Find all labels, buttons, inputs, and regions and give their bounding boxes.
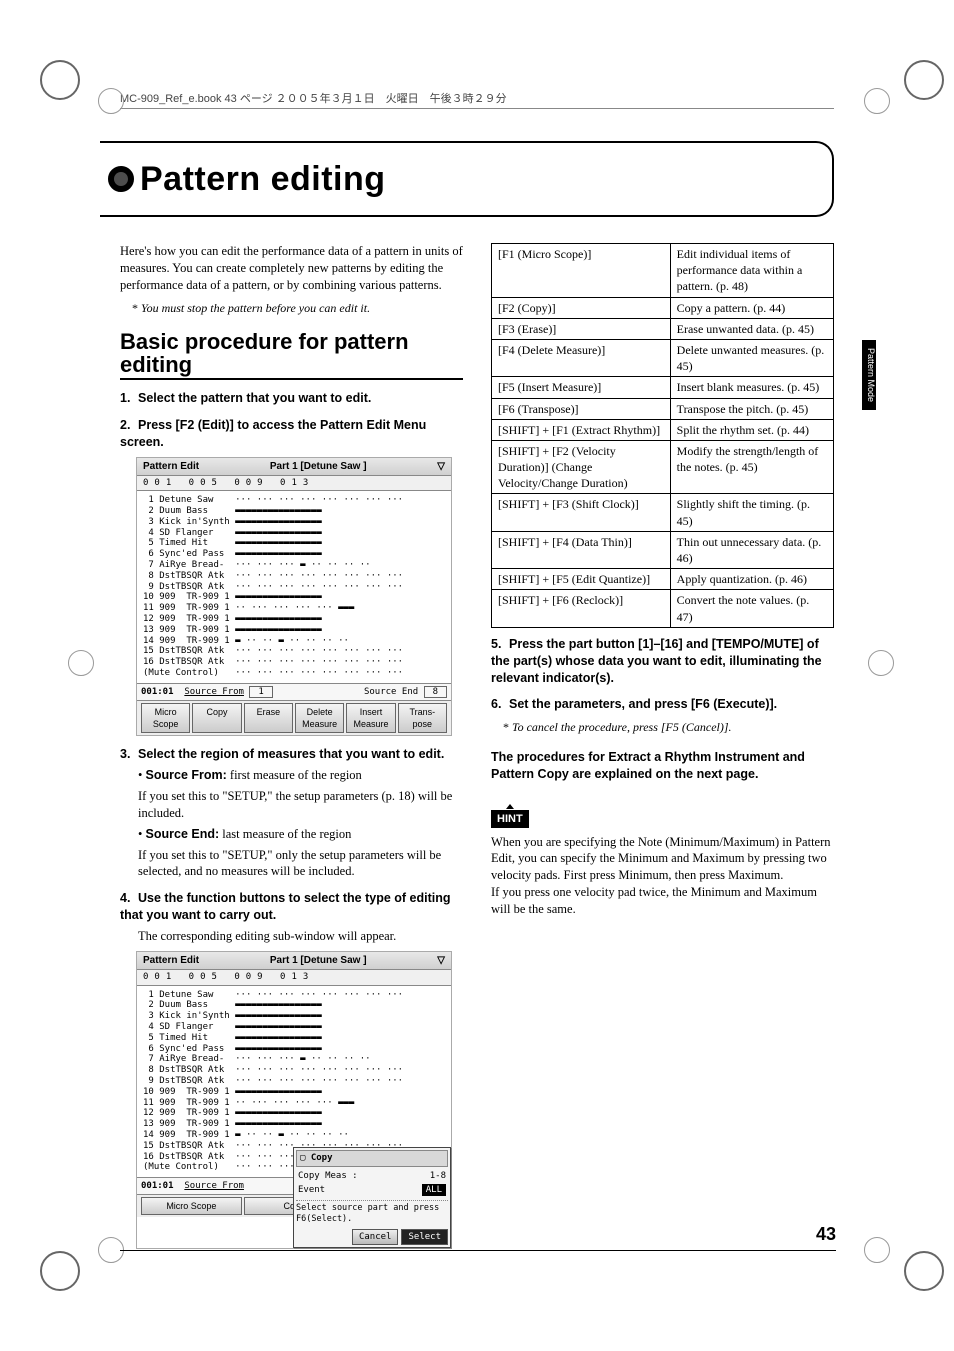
section-heading: Basic procedure for pattern editing <box>120 330 463 380</box>
register-mark-icon <box>98 88 124 114</box>
ss1-fn-button: Trans-pose <box>398 703 447 733</box>
step-4: 4.Use the function buttons to select the… <box>120 890 463 1249</box>
step-2: 2.Press [F2 (Edit)] to access the Patter… <box>120 417 463 736</box>
page-title: Pattern editing <box>140 160 386 199</box>
ss1-title-left: Pattern Edit <box>143 460 199 474</box>
table-row: [SHIFT] + [F5 (Edit Quantize)]Apply quan… <box>492 569 834 590</box>
crop-mark-icon <box>904 60 944 100</box>
register-mark-icon <box>864 88 890 114</box>
crop-mark-icon <box>40 60 80 100</box>
popup-select-button: Select <box>401 1229 448 1245</box>
ss1-fn-button: Micro Scope <box>141 703 190 733</box>
table-row: [SHIFT] + [F3 (Shift Clock)]Slightly shi… <box>492 494 834 531</box>
thumb-tab: Pattern Mode <box>862 340 876 410</box>
copy-popup: ▢ Copy Copy Meas :1-8 EventALL Select so… <box>293 1147 451 1248</box>
step-6: 6.Set the parameters, and press [F6 (Exe… <box>491 696 834 735</box>
ss1-fn-button: Erase <box>244 703 293 733</box>
page-title-block: Pattern editing <box>120 141 834 217</box>
ss2-btn-micro: Micro Scope <box>141 1197 242 1215</box>
step-3: 3.Select the region of measures that you… <box>120 746 463 880</box>
hint-text-2: If you press one velocity pad twice, the… <box>491 884 834 918</box>
table-row: [SHIFT] + [F1 (Extract Rhythm)]Split the… <box>492 419 834 440</box>
table-row: [F4 (Delete Measure)]Delete unwanted mea… <box>492 339 834 376</box>
page-number: 43 <box>816 1224 836 1245</box>
step-5: 5.Press the part button [1]–[16] and [TE… <box>491 636 834 687</box>
title-bullet-icon <box>108 166 134 192</box>
footer-rule <box>120 1250 836 1251</box>
table-row: [F6 (Transpose)]Transpose the pitch. (p.… <box>492 398 834 419</box>
pattern-edit-screenshot-2: Pattern Edit Part 1 [Detune Saw ] ▽ 001 … <box>136 951 452 1249</box>
pattern-edit-screenshot-1: Pattern Edit Part 1 [Detune Saw ] ▽ 001 … <box>136 457 452 737</box>
register-mark-icon <box>864 1237 890 1263</box>
note-stop-pattern: You must stop the pattern before you can… <box>132 300 463 316</box>
function-button-table: [F1 (Micro Scope)]Edit individual items … <box>491 243 834 628</box>
table-row: [F1 (Micro Scope)]Edit individual items … <box>492 244 834 298</box>
running-header: MC-909_Ref_e.book 43 ページ ２００５年３月１日 火曜日 午… <box>120 90 834 109</box>
intro-text: Here's how you can edit the performance … <box>120 243 463 294</box>
table-row: [SHIFT] + [F6 (Reclock)]Convert the note… <box>492 590 834 627</box>
table-row: [F3 (Erase)]Erase unwanted data. (p. 45) <box>492 318 834 339</box>
final-bold-note: The procedures for Extract a Rhythm Inst… <box>491 749 834 783</box>
table-row: [SHIFT] + [F2 (Velocity Duration)] (Chan… <box>492 440 834 494</box>
register-mark-icon <box>868 650 894 676</box>
ss1-fn-button: Delete Measure <box>295 703 344 733</box>
table-row: [F5 (Insert Measure)]Insert blank measur… <box>492 377 834 398</box>
crop-mark-icon <box>40 1251 80 1291</box>
table-row: [F2 (Copy)]Copy a pattern. (p. 44) <box>492 297 834 318</box>
hint-text-1: When you are specifying the Note (Minimu… <box>491 834 834 885</box>
hint-badge: HINT <box>491 810 529 828</box>
table-row: [SHIFT] + [F4 (Data Thin)]Thin out unnec… <box>492 531 834 568</box>
ss1-ruler: 001 005 009 013 <box>137 476 451 491</box>
crop-mark-icon <box>904 1251 944 1291</box>
ss1-fn-button: Copy <box>192 703 241 733</box>
note-cancel: To cancel the procedure, press [F5 (Canc… <box>503 719 834 735</box>
step-1: 1.Select the pattern that you want to ed… <box>120 390 463 407</box>
register-mark-icon <box>68 650 94 676</box>
ss1-title-right: Part 1 [Detune Saw ] <box>270 460 367 474</box>
popup-cancel-button: Cancel <box>352 1229 399 1245</box>
ss1-fn-button: Insert Measure <box>346 703 395 733</box>
